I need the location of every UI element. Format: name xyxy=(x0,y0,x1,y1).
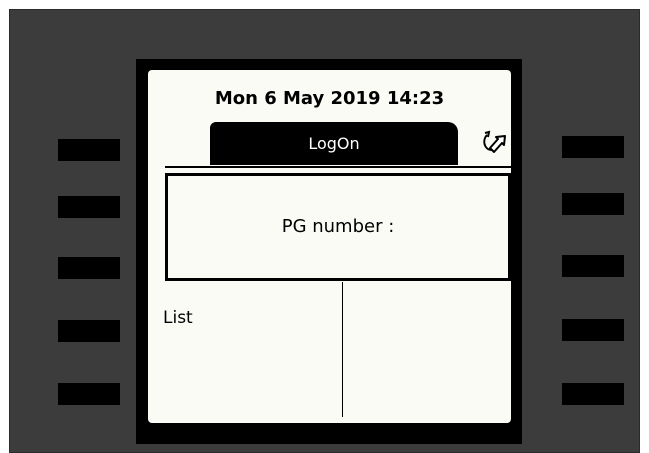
right-softkey-4[interactable] xyxy=(562,319,624,341)
logoff-arrow-icon[interactable] xyxy=(479,128,507,156)
left-softkey-3[interactable] xyxy=(58,257,120,279)
left-softkey-2[interactable] xyxy=(58,196,120,218)
left-softkey-1[interactable] xyxy=(58,139,120,161)
pg-number-input-box[interactable]: PG number : xyxy=(165,173,511,281)
right-softkey-2[interactable] xyxy=(562,193,624,215)
tab-logon-label: LogOn xyxy=(308,134,360,153)
datetime-label: Mon 6 May 2019 14:23 xyxy=(214,88,445,109)
right-softkey-3[interactable] xyxy=(562,255,624,277)
left-softkey-5[interactable] xyxy=(58,383,120,405)
display-screen: Mon 6 May 2019 14:23 LogOn PG number : L… xyxy=(148,70,511,423)
list-softkey-label[interactable]: List xyxy=(163,308,193,328)
softkey-area-divider xyxy=(342,282,343,417)
tab-underline xyxy=(165,166,511,168)
tab-logon[interactable]: LogOn xyxy=(210,122,458,165)
right-softkey-5[interactable] xyxy=(562,383,624,405)
right-softkey-1[interactable] xyxy=(562,136,624,158)
left-softkey-4[interactable] xyxy=(58,320,120,342)
pg-number-prompt: PG number : xyxy=(281,216,395,237)
